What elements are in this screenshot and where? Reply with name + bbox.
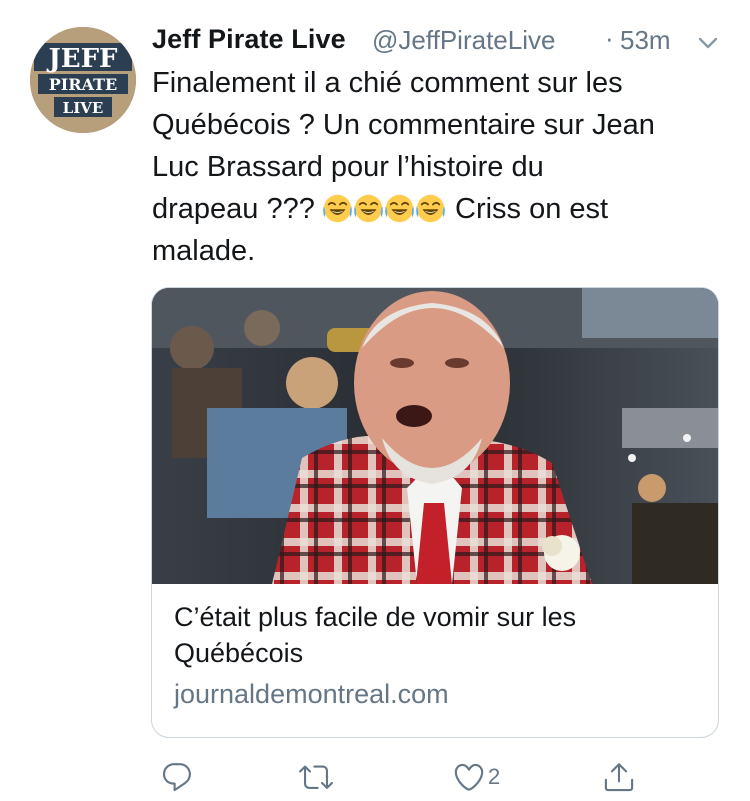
logo-line-3: LIVE [63, 99, 104, 117]
face-with-tears-of-joy-icon [416, 194, 445, 223]
logo-line-2: PIRATE [49, 75, 117, 94]
tweet[interactable]: JEFF PIRATE LIVE Jeff Pirate Live @JeffP… [0, 0, 750, 801]
tweet-text-line: Luc Brassard pour l’histoire du [152, 151, 544, 183]
face-with-tears-of-joy-icon [323, 194, 352, 223]
timestamp[interactable]: 53m [620, 25, 671, 56]
emoji-group [323, 193, 455, 225]
share-icon[interactable] [602, 760, 636, 794]
avatar[interactable]: JEFF PIRATE LIVE [30, 27, 136, 133]
link-preview-card[interactable]: C’était plus facile de vomir sur les Qué… [151, 287, 719, 738]
separator-dot: · [605, 23, 614, 53]
like-count: 2 [488, 764, 501, 789]
face-with-tears-of-joy-icon [354, 194, 383, 223]
heart-icon[interactable] [452, 760, 486, 794]
card-title-line: C’était plus facile de vomir sur les [174, 602, 577, 632]
card-image[interactable] [152, 288, 718, 584]
logo-line-1: JEFF [46, 44, 118, 74]
user-handle[interactable]: @JeffPirateLive [372, 25, 555, 56]
tweet-text-segment: drapeau ??? [152, 193, 315, 225]
reply-icon[interactable] [160, 760, 194, 794]
tweet-text: Finalement il a chié comment sur les Qué… [152, 62, 712, 272]
tweet-text-line-with-emoji: drapeau ??? Criss on est [152, 188, 712, 230]
chevron-down-icon[interactable] [695, 30, 721, 56]
card-domain[interactable]: journaldemontreal.com [174, 679, 449, 710]
card-photo-illustration [152, 288, 718, 584]
card-title[interactable]: C’était plus facile de vomir sur les Qué… [174, 599, 694, 671]
tweet-text-line: Finalement il a chié comment sur les [152, 67, 623, 99]
tweet-text-line: Québécois ? Un commentaire sur Jean [152, 109, 655, 141]
tweet-text-line: malade. [152, 235, 256, 267]
tweet-text-segment: Criss on est [455, 193, 609, 225]
retweet-icon[interactable] [299, 760, 333, 794]
tweet-header: Jeff Pirate Live @JeffPirateLive · 53m [152, 22, 732, 62]
display-name[interactable]: Jeff Pirate Live [152, 24, 346, 55]
jeff-pirate-live-logo: JEFF PIRATE LIVE [30, 27, 136, 133]
face-with-tears-of-joy-icon [385, 194, 414, 223]
card-title-line: Québécois [174, 638, 304, 668]
tweet-actions: 2 [152, 760, 652, 796]
